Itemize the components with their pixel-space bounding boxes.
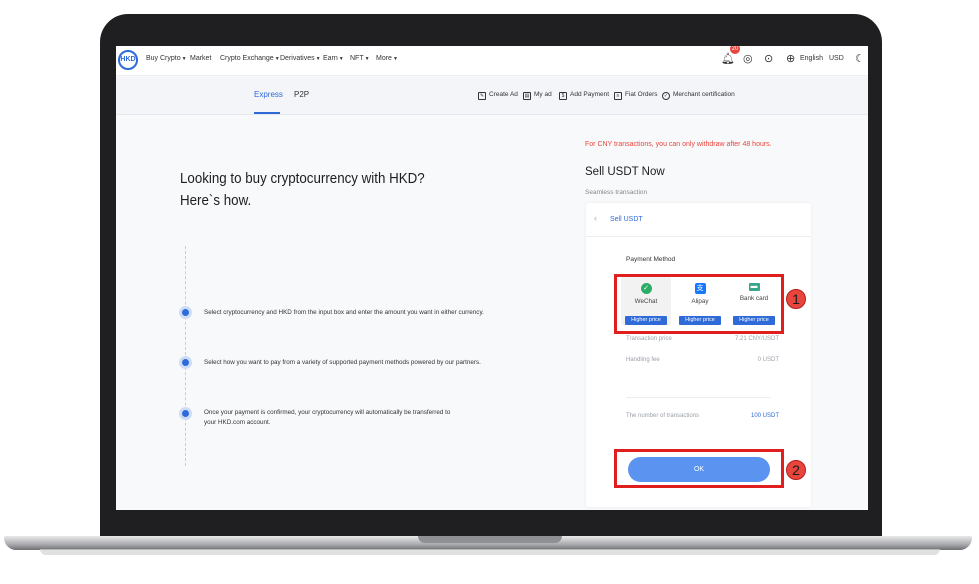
sell-subtitle: Seamless transaction <box>585 189 648 196</box>
merchant-certification-button[interactable]: ✓ Merchant certification <box>662 91 735 100</box>
back-chevron-icon[interactable]: ‹ <box>594 213 597 223</box>
step-1-dot <box>179 306 192 319</box>
create-ad-button[interactable]: ✎ Create Ad <box>478 91 518 100</box>
globe-icon[interactable]: ⊕ <box>786 52 795 65</box>
my-ad-button[interactable]: ▤ My ad <box>523 91 552 100</box>
sell-title: Sell USDT Now <box>585 166 665 178</box>
nav-label: Derivatives <box>280 55 315 62</box>
page-headline: Looking to buy cryptocurrency with HKD? … <box>180 168 425 212</box>
nav-label: More <box>376 55 392 62</box>
highlight-ok-button <box>614 449 784 488</box>
highlight-payment-methods <box>614 274 784 334</box>
ad-icon: ▤ <box>523 92 531 100</box>
nav-label: Market <box>190 55 212 62</box>
nav-earn[interactable]: Earn▼ <box>323 55 344 62</box>
tool-label: Merchant certification <box>673 91 735 98</box>
nav-crypto-exchange[interactable]: Crypto Exchange▼ <box>220 55 280 62</box>
currency-selector[interactable]: USD <box>829 55 844 62</box>
nav-label: Earn <box>323 55 338 62</box>
nav-more[interactable]: More▼ <box>376 55 398 62</box>
callout-1: 1 <box>786 289 806 309</box>
caret-down-icon: ▼ <box>274 56 280 62</box>
handling-fee-label: Handling fee <box>626 357 660 363</box>
caret-down-icon: ▼ <box>392 56 398 62</box>
payment-icon: $ <box>559 92 567 100</box>
language-selector[interactable]: English <box>800 55 823 62</box>
caret-down-icon: ▼ <box>181 56 187 62</box>
edit-icon: ✎ <box>478 92 486 100</box>
sub-navigation: Express P2P ✎ Create Ad ▤ My ad $ Add Payme… <box>116 77 868 115</box>
caret-down-icon: ▼ <box>315 56 321 62</box>
nav-label: NFT <box>350 55 364 62</box>
card-divider <box>626 397 771 398</box>
logo[interactable]: HKD <box>118 50 138 70</box>
caret-down-icon: ▼ <box>364 56 370 62</box>
theme-toggle-icon[interactable]: ☾ <box>855 52 865 65</box>
tool-label: Fiat Orders <box>625 91 658 98</box>
laptop-shadow <box>40 549 940 555</box>
nav-label: Buy Crypto <box>146 55 181 62</box>
step-3-text: Once your payment is confirmed, your cry… <box>204 409 451 426</box>
add-payment-button[interactable]: $ Add Payment <box>559 91 609 100</box>
orders-icon: ≡ <box>614 92 622 100</box>
laptop-notch <box>418 536 562 543</box>
transactions-value: 100 USDT <box>750 413 779 419</box>
transactions-label: The number of transactions <box>626 413 700 419</box>
step-1-text: Select cryptocurrency and HKD from the i… <box>204 309 484 316</box>
payment-method-label: Payment Method <box>626 256 676 263</box>
cny-warning: For CNY transactions, you can only withd… <box>585 141 772 148</box>
tab-p2p[interactable]: P2P <box>294 90 309 99</box>
headline-line-1: Looking to buy cryptocurrency with HKD? <box>180 171 425 187</box>
nav-derivatives[interactable]: Derivatives▼ <box>280 55 321 62</box>
shield-check-icon: ✓ <box>662 92 670 100</box>
card-title: Sell USDT <box>610 216 643 223</box>
headline-line-2: Here`s how. <box>180 193 252 209</box>
transaction-price-label: Transaction price <box>626 336 672 342</box>
bell-icon[interactable]: 🔔︎ <box>721 52 735 65</box>
tool-label: My ad <box>534 91 552 98</box>
user-icon[interactable]: ◎ <box>743 52 753 65</box>
nav-nft[interactable]: NFT▼ <box>350 55 370 62</box>
download-icon[interactable]: ⊙ <box>764 52 773 65</box>
nav-buy-crypto[interactable]: Buy Crypto▼ <box>146 55 187 62</box>
active-tab-indicator <box>254 112 280 114</box>
step-2-dot <box>179 356 192 369</box>
handling-fee-value: 0 USDT <box>757 357 779 363</box>
transaction-price-value: 7.21 CNY/USDT <box>734 336 779 342</box>
nav-market[interactable]: Market <box>190 55 211 62</box>
step-2-text: Select how you want to pay from a variet… <box>204 359 481 366</box>
card-header: ‹ Sell USDT <box>586 203 811 237</box>
tool-label: Create Ad <box>489 91 518 98</box>
nav-label: Crypto Exchange <box>220 55 274 62</box>
caret-down-icon: ▼ <box>338 56 344 62</box>
step-3-dot <box>179 407 192 420</box>
fiat-orders-button[interactable]: ≡ Fiat Orders <box>614 91 658 100</box>
top-navigation: HKD Buy Crypto▼ Market Crypto Exchange▼ … <box>116 46 868 76</box>
notification-badge: 20 <box>730 46 740 54</box>
callout-2: 2 <box>786 460 806 480</box>
tab-express[interactable]: Express <box>254 90 283 99</box>
tool-label: Add Payment <box>570 91 610 98</box>
